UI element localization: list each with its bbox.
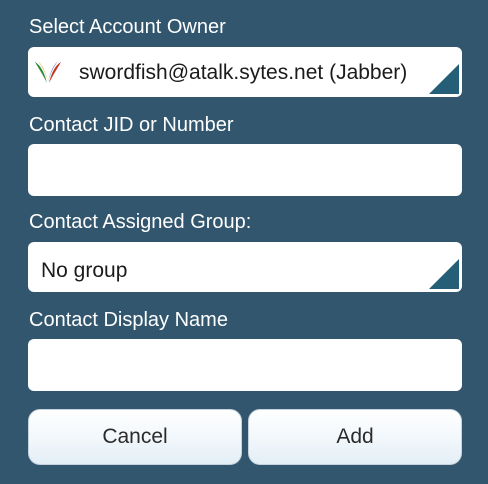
display-name-input[interactable] bbox=[28, 339, 462, 391]
spinner-dropdown-indicator bbox=[429, 259, 459, 289]
add-button[interactable]: Add bbox=[248, 409, 462, 465]
contact-group-label: Contact Assigned Group: bbox=[29, 211, 252, 233]
spinner-dropdown-indicator bbox=[429, 64, 459, 94]
contact-jid-input[interactable] bbox=[28, 144, 462, 196]
contact-group-value: No group bbox=[41, 259, 128, 282]
contact-group-spinner[interactable]: No group bbox=[28, 242, 462, 292]
cancel-button[interactable]: Cancel bbox=[28, 409, 242, 465]
account-owner-label: Select Account Owner bbox=[29, 16, 226, 38]
account-owner-value: swordfish@atalk.sytes.net (Jabber) bbox=[79, 61, 408, 84]
account-owner-spinner[interactable]: swordfish@atalk.sytes.net (Jabber) bbox=[28, 47, 462, 97]
display-name-label: Contact Display Name bbox=[29, 309, 228, 331]
jabber-protocol-icon bbox=[35, 61, 61, 83]
contact-jid-label: Contact JID or Number bbox=[29, 114, 234, 136]
